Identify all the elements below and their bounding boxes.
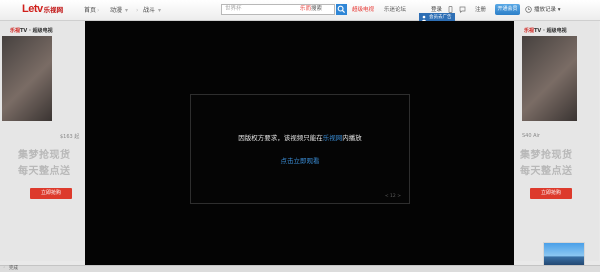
mobile-icon[interactable] (447, 6, 454, 13)
ad-buy-button[interactable]: 立即抢购 (530, 188, 572, 199)
ad-buy-button[interactable]: 立即抢购 (30, 188, 72, 199)
forum-link[interactable]: 乐迷论坛 (384, 6, 406, 15)
watch-now-link[interactable]: 点击立即观看 (191, 155, 409, 165)
status-text: 完成 (9, 266, 18, 271)
copyright-notice-dialog: 因版权方要求，该视频只能在乐视网内播放 点击立即观看 < 12 > (190, 94, 410, 204)
ad-brand-label: 乐视TV · 超级电视 (10, 27, 53, 34)
nav-fighting-dropdown[interactable]: 战斗 ▾ (143, 6, 161, 15)
left-side-ad[interactable]: 乐视TV · 超级电视 $163 起 集梦抢现货 每天整点送 立即抢购 (0, 21, 85, 261)
status-icon: ◦ (3, 266, 6, 271)
video-player[interactable]: 因版权方要求，该视频只能在乐视网内播放 点击立即观看 < 12 > (85, 21, 514, 266)
nav-home-link[interactable]: 首页 (84, 6, 96, 15)
history-dropdown[interactable]: 播放记录 ▾ (534, 6, 561, 15)
copyright-message: 因版权方要求，该视频只能在乐视网内播放 (191, 132, 409, 142)
top-navigation-bar: Letv 乐视网 首页 › 动漫 ▾ › 战斗 ▾ 世界杯 乐而搜索 超级电视 乐迷… (0, 0, 600, 21)
nav-fighting-label: 战斗 (143, 7, 156, 14)
history-label: 播放记录 (534, 7, 557, 13)
ad-brand-black: TV · 超级电视 (534, 28, 567, 34)
chat-icon[interactable] (459, 6, 466, 13)
ad-headline-line2: 每天整点送 (520, 166, 573, 177)
search-icon (337, 5, 346, 14)
nav-anime-dropdown[interactable]: 动漫 ▾ (110, 6, 128, 15)
countdown-counter: < 12 > (384, 194, 401, 199)
search-brand-label: 乐而搜索 (300, 5, 322, 14)
ad-headline-line2: 每天整点送 (18, 166, 71, 177)
ad-headline-line1: 集梦抢现货 (18, 150, 71, 161)
search-brand-red: 乐而 (300, 6, 312, 12)
open-vip-button[interactable]: 开通会员 (495, 4, 520, 15)
super-tv-link[interactable]: 超级电视 (352, 6, 374, 15)
letv-site-link[interactable]: 乐视网 (323, 134, 343, 142)
right-side-ad[interactable]: 乐视TV · 超级电视 S40 Air 集梦抢现货 每天整点送 立即抢购 (514, 21, 599, 261)
chevron-down-icon: ▾ (556, 7, 561, 13)
search-button[interactable] (336, 4, 347, 15)
chevron-down-icon: ▾ (125, 7, 129, 14)
letv-logo[interactable]: Letv 乐视网 (22, 3, 63, 16)
register-link[interactable]: 注册 (475, 6, 486, 15)
message-suffix: 内播放 (342, 134, 362, 142)
ad-free-label: 会员去广告 (429, 15, 452, 20)
nav-anime-label: 动漫 (110, 7, 123, 14)
search-brand-gray: 搜索 (311, 6, 323, 12)
ad-photo-player (522, 36, 577, 121)
logo-text: 乐视网 (43, 6, 64, 14)
ad-headline-line1: 集梦抢现货 (520, 150, 573, 161)
ad-model-label: S40 Air (522, 133, 540, 139)
logo-mark: Letv (22, 3, 43, 15)
ad-brand-red: 乐视 (524, 28, 535, 34)
message-prefix: 因版权方要求，该视频只能在 (238, 134, 323, 142)
chevron-down-icon: ▾ (158, 7, 162, 14)
ad-brand-black: TV · 超级电视 (20, 28, 53, 34)
ad-brand-red: 乐视 (10, 28, 21, 34)
ad-photo-player (2, 36, 52, 121)
ad-brand-label: 乐视TV · 超级电视 (524, 27, 567, 34)
breadcrumb-separator-icon: › (97, 7, 100, 14)
clock-icon (525, 6, 532, 13)
breadcrumb-separator-icon: › (136, 7, 139, 14)
ad-price-label: $163 起 (60, 134, 80, 140)
